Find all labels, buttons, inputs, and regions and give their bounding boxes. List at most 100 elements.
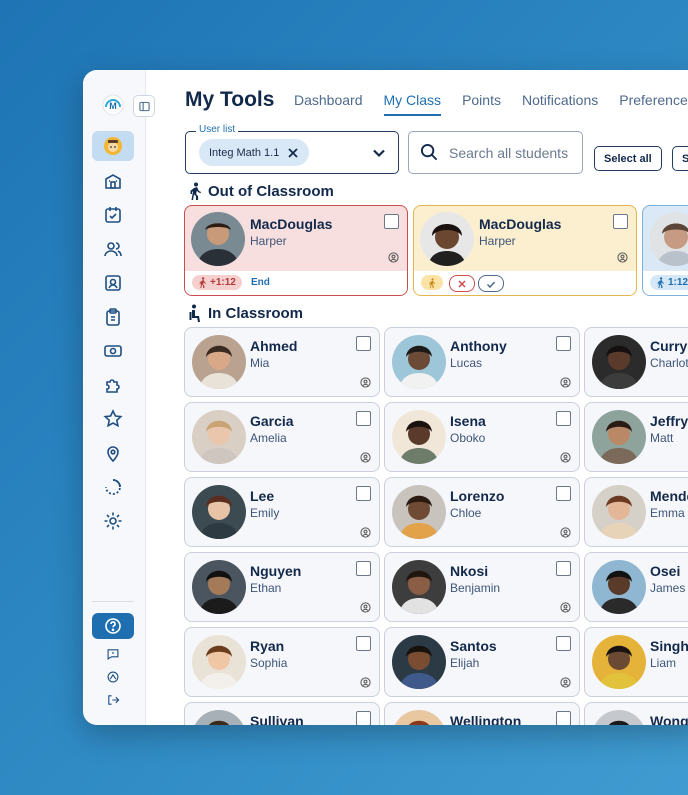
student-card[interactable]: Curry Charlotte: [584, 327, 688, 397]
person-circle-icon[interactable]: [360, 527, 371, 538]
student-avatar: [392, 335, 446, 389]
student-avatar: [592, 560, 646, 614]
student-card[interactable]: Santos Elijah: [384, 627, 580, 697]
student-checkbox[interactable]: [356, 411, 371, 426]
student-checkbox[interactable]: [356, 336, 371, 351]
approve-pass-button[interactable]: [478, 275, 504, 292]
check-icon: [486, 280, 496, 288]
select-all-button[interactable]: Select all: [594, 146, 662, 171]
tab-dashboard[interactable]: Dashboard: [294, 92, 363, 116]
person-circle-icon[interactable]: [560, 527, 571, 538]
student-card[interactable]: Ahmed Mia: [184, 327, 380, 397]
person-circle-icon[interactable]: [617, 252, 628, 263]
person-circle-icon[interactable]: [360, 677, 371, 688]
tab-points[interactable]: Points: [462, 92, 501, 116]
out-card-footer: +1:12 End: [185, 271, 407, 295]
student-card[interactable]: Anthony Lucas: [384, 327, 580, 397]
person-circle-icon[interactable]: [560, 377, 571, 388]
sidebar-item-help[interactable]: [92, 613, 134, 639]
sidebar-collapse-button[interactable]: [133, 95, 155, 117]
student-checkbox[interactable]: [613, 214, 628, 229]
person-circle-icon[interactable]: [360, 377, 371, 388]
chevron-down-icon[interactable]: [372, 146, 386, 160]
student-avatar: [392, 560, 446, 614]
out-student-card[interactable]: MacDouglas Harper +1:12 End: [184, 205, 408, 296]
student-card[interactable]: Garcia Amelia: [184, 402, 380, 472]
student-checkbox[interactable]: [556, 411, 571, 426]
sidebar-item-calendar[interactable]: [92, 200, 134, 230]
person-circle-icon[interactable]: [388, 252, 399, 263]
close-icon[interactable]: [287, 147, 299, 159]
student-card[interactable]: Nguyen Ethan: [184, 552, 380, 622]
search-input[interactable]: [447, 132, 581, 173]
out-student-card[interactable]: 1:12: [642, 205, 688, 296]
student-card[interactable]: Osei James: [584, 552, 688, 622]
sidebar-item-users[interactable]: [92, 234, 134, 264]
sidebar-item-clipboard[interactable]: [92, 302, 134, 332]
student-last-name: Santos: [450, 638, 497, 654]
walking-person-icon: [190, 182, 201, 200]
student-card[interactable]: Nkosi Benjamin: [384, 552, 580, 622]
person-circle-icon[interactable]: [360, 602, 371, 613]
sidebar-item-settings[interactable]: [92, 506, 134, 536]
close-icon: [458, 279, 466, 288]
student-card[interactable]: Jeffry Matt: [584, 402, 688, 472]
out-student-card[interactable]: MacDouglas Harper: [413, 205, 637, 296]
student-checkbox[interactable]: [556, 636, 571, 651]
student-card[interactable]: Lee Emily: [184, 477, 380, 547]
person-circle-icon[interactable]: [360, 452, 371, 463]
student-checkbox[interactable]: [356, 636, 371, 651]
person-circle-icon[interactable]: [560, 677, 571, 688]
student-card[interactable]: Singh Liam: [584, 627, 688, 697]
sidebar-item-puzzle[interactable]: [92, 370, 134, 400]
student-checkbox[interactable]: [556, 711, 571, 725]
walking-person-icon: [199, 277, 207, 288]
svg-text:M: M: [109, 101, 117, 111]
progress-icon: [105, 479, 121, 495]
student-first-name: Lucas: [450, 356, 483, 370]
student-card[interactable]: Wong: [584, 702, 688, 725]
user-list-select[interactable]: User list Integ Math 1.1: [185, 124, 399, 174]
student-checkbox[interactable]: [356, 561, 371, 576]
sidebar-item-my-class[interactable]: [92, 131, 134, 161]
sidebar-item-school[interactable]: [92, 166, 134, 196]
sidebar-item-logout[interactable]: [92, 690, 134, 710]
tab-bar: Dashboard My Class Points Notifications …: [294, 92, 688, 116]
sidebar-item-profile[interactable]: [92, 268, 134, 298]
person-circle-icon[interactable]: [560, 602, 571, 613]
tab-my-class[interactable]: My Class: [383, 92, 442, 116]
search-icon: [420, 143, 438, 161]
student-card[interactable]: Wellington: [384, 702, 580, 725]
tab-notifications[interactable]: Notifications: [522, 92, 598, 116]
seated-person-icon: [189, 304, 200, 322]
sidebar-item-brand[interactable]: [92, 667, 134, 687]
sidebar-item-pass[interactable]: [92, 336, 134, 366]
student-card[interactable]: Lorenzo Chloe: [384, 477, 580, 547]
student-checkbox[interactable]: [384, 214, 399, 229]
sidebar-item-progress[interactable]: [92, 472, 134, 502]
select-button[interactable]: Se: [672, 146, 688, 171]
tab-preferences[interactable]: Preferences: [619, 92, 688, 116]
student-checkbox[interactable]: [556, 336, 571, 351]
end-pass-link[interactable]: End: [251, 277, 270, 288]
student-card[interactable]: Ryan Sophia: [184, 627, 380, 697]
logout-icon: [108, 695, 120, 705]
student-first-name: Charlotte: [650, 356, 688, 370]
app-logo-icon[interactable]: M: [102, 94, 124, 116]
student-card[interactable]: Mendez Emma: [584, 477, 688, 547]
student-checkbox[interactable]: [556, 486, 571, 501]
page-title: My Tools: [185, 88, 275, 111]
student-checkbox[interactable]: [356, 711, 371, 725]
student-avatar: [649, 212, 688, 266]
sidebar: M: [83, 70, 146, 725]
deny-pass-button[interactable]: [449, 275, 475, 292]
student-card[interactable]: Isena Oboko: [384, 402, 580, 472]
student-checkbox[interactable]: [356, 486, 371, 501]
sidebar-item-location[interactable]: [92, 438, 134, 468]
school-icon: [105, 174, 121, 189]
student-card[interactable]: Sullivan: [184, 702, 380, 725]
sidebar-item-favorites[interactable]: [92, 404, 134, 434]
person-circle-icon[interactable]: [560, 452, 571, 463]
sidebar-item-feedback[interactable]: [92, 644, 134, 664]
student-checkbox[interactable]: [556, 561, 571, 576]
